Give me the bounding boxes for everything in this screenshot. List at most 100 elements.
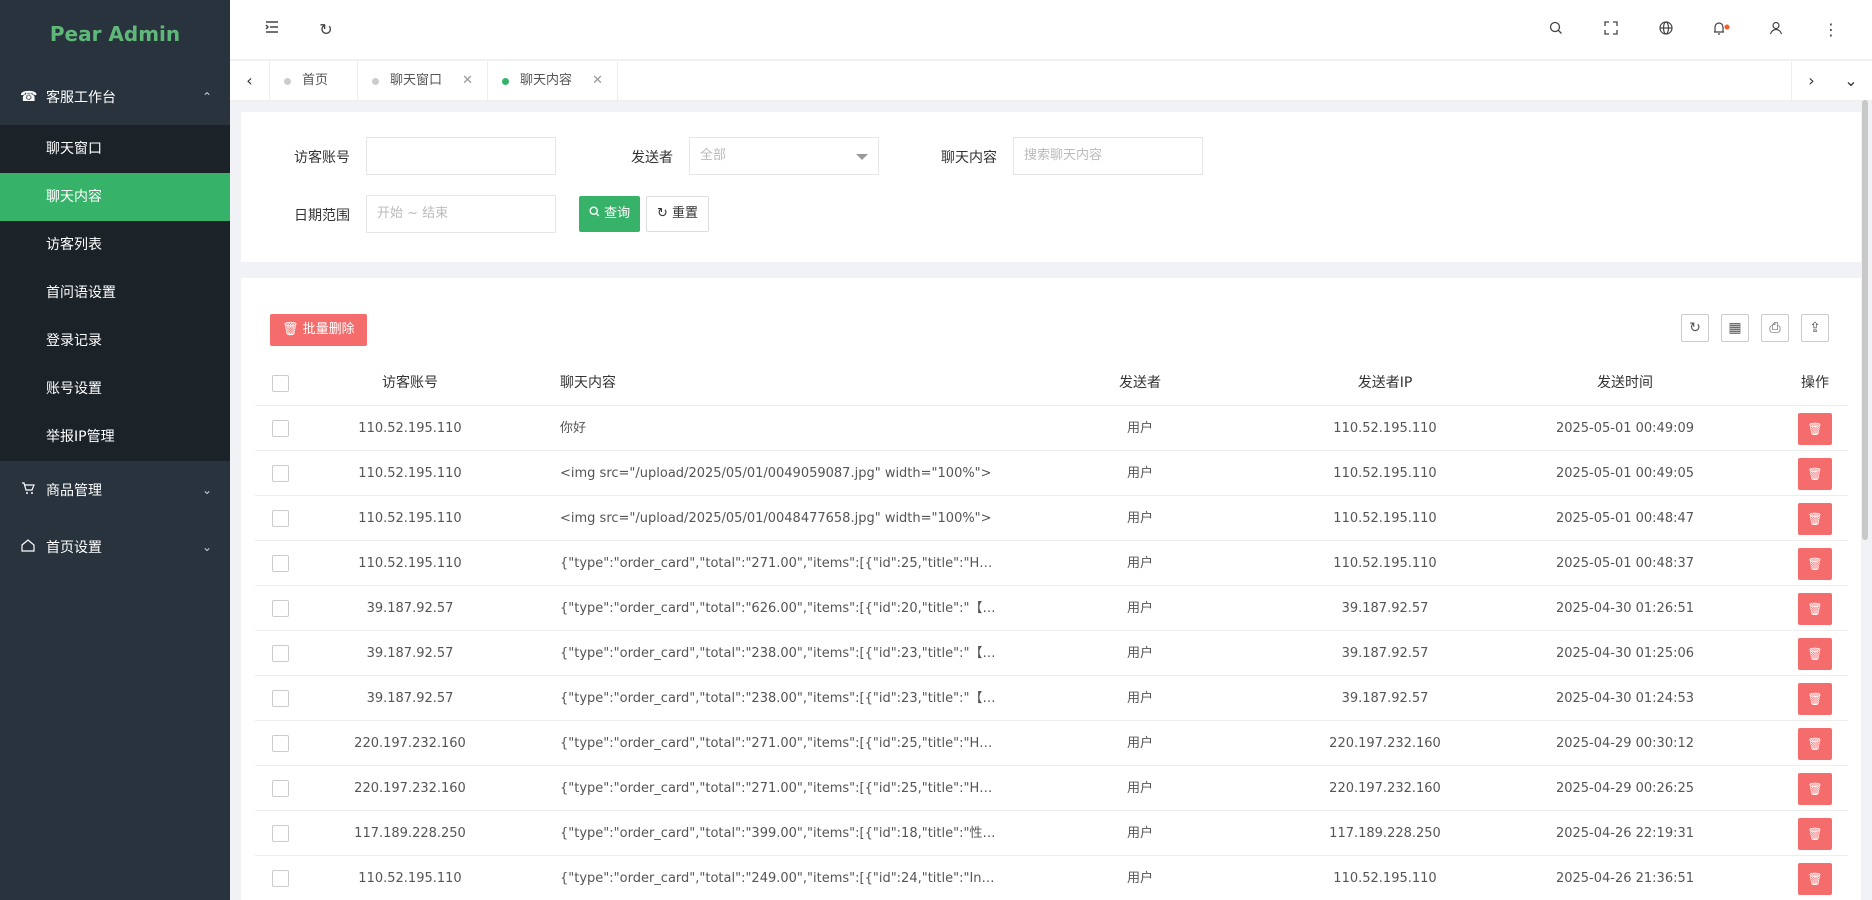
cell-sender: 用户	[1126, 466, 1153, 481]
more-icon[interactable]: ⋮	[1819, 18, 1843, 42]
sidebar-item-greeting-settings[interactable]: 首问语设置	[0, 269, 230, 317]
column-filter-button[interactable]: ▦	[1721, 314, 1749, 342]
delete-row-button[interactable]: 🗑	[1798, 457, 1832, 490]
delete-row-button[interactable]: 🗑	[1798, 772, 1832, 805]
row-checkbox[interactable]	[272, 510, 289, 527]
delete-row-button[interactable]: 🗑	[1798, 547, 1832, 580]
delete-row-button[interactable]: 🗑	[1798, 637, 1832, 670]
row-checkbox[interactable]	[272, 420, 289, 437]
header-content[interactable]: 聊天内容	[560, 361, 1000, 406]
header-time[interactable]: 发送时间	[1525, 361, 1725, 406]
header-ip[interactable]: 发送者IP	[1285, 361, 1485, 406]
table-row[interactable]: 110.52.195.110 {"type":"order_card","tota…	[255, 856, 1848, 900]
user-icon[interactable]	[1764, 18, 1788, 42]
sidebar-item-account-settings[interactable]: 账号设置	[0, 365, 230, 413]
query-button-label: 查询	[604, 206, 631, 221]
page-scrollbar[interactable]	[1862, 100, 1868, 540]
globe-icon[interactable]	[1654, 18, 1678, 42]
table-row[interactable]: 39.187.92.57 {"type":"order_card","total"…	[255, 676, 1848, 721]
tab-dot	[502, 78, 509, 85]
search-icon[interactable]	[1544, 18, 1568, 42]
cell-time: 2025-05-01 00:49:09	[1555, 421, 1695, 436]
chevron-down-icon: ⌄	[201, 539, 212, 554]
sender-select-value: 全部	[700, 148, 727, 163]
table-row[interactable]: 220.197.232.160 {"type":"order_card","tot…	[255, 766, 1848, 811]
header-sender[interactable]: 发送者	[1085, 361, 1195, 406]
table-row[interactable]: 39.187.92.57 {"type":"order_card","total"…	[255, 631, 1848, 676]
app-logo[interactable]: Pear Admin	[0, 0, 230, 68]
tab-chat-content[interactable]: 聊天内容 ✕	[488, 61, 618, 101]
row-checkbox[interactable]	[272, 645, 289, 662]
table-row[interactable]: 110.52.195.110 <img src="/upload/2025/05/…	[255, 451, 1848, 496]
sidebar-item-report-ip[interactable]: 举报IP管理	[0, 413, 230, 461]
table-row[interactable]: 117.189.228.250 {"type":"order_card","tot…	[255, 811, 1848, 856]
table-row[interactable]: 110.52.195.110 你好 用户 110.52.195.110 2025-05-…	[255, 406, 1848, 451]
content-search-input[interactable]: 搜索聊天内容	[1013, 137, 1203, 175]
select-all-checkbox[interactable]	[272, 374, 289, 392]
row-checkbox-cell	[272, 541, 290, 586]
row-checkbox[interactable]	[272, 780, 289, 797]
fullscreen-icon[interactable]	[1599, 18, 1623, 42]
cell-ip: 39.187.92.57	[1341, 646, 1429, 661]
delete-row-button[interactable]: 🗑	[1798, 862, 1832, 895]
tab-prev-icon[interactable]: ‹	[230, 61, 270, 101]
cell-time: 2025-04-30 01:24:53	[1555, 691, 1695, 706]
export-button[interactable]: ⇪	[1801, 314, 1829, 342]
delete-row-button[interactable]: 🗑	[1798, 727, 1832, 760]
reset-button[interactable]: ↻ 重置	[646, 196, 710, 232]
visitor-account-input[interactable]	[366, 137, 556, 175]
filter-card: 访客账号 发送者 全部 聊天内容 搜索聊天内容 日期范围 开始 ~ 结束 查询 …	[241, 112, 1861, 262]
menu-group-customer-service[interactable]: ☎ 客服工作台 ⌃	[0, 68, 230, 125]
sidebar-item-login-records[interactable]: 登录记录	[0, 317, 230, 365]
table-row[interactable]: 220.197.232.160 {"type":"order_card","tot…	[255, 721, 1848, 766]
menu-group-home-settings[interactable]: 首页设置 ⌄	[0, 518, 230, 575]
delete-row-button[interactable]: 🗑	[1798, 502, 1832, 535]
tab-dropdown-icon[interactable]: ⌄	[1831, 61, 1871, 101]
row-checkbox[interactable]	[272, 465, 289, 482]
tab-next-icon[interactable]: ›	[1791, 61, 1831, 101]
table-refresh-button[interactable]: ↻	[1681, 314, 1709, 342]
row-checkbox[interactable]	[272, 735, 289, 752]
sidebar-item-chat-window[interactable]: 聊天窗口	[0, 125, 230, 173]
row-checkbox[interactable]	[272, 825, 289, 842]
cell-actions: 🗑	[1785, 541, 1845, 586]
cell-sender: 用户	[1126, 781, 1153, 796]
table-row[interactable]: 110.52.195.110 {"type":"order_card","tota…	[255, 541, 1848, 586]
delete-row-button[interactable]: 🗑	[1798, 817, 1832, 850]
close-icon[interactable]: ✕	[462, 61, 473, 101]
delete-row-button[interactable]: 🗑	[1798, 412, 1832, 445]
row-checkbox[interactable]	[272, 600, 289, 617]
refresh-icon[interactable]: ↻	[314, 18, 338, 42]
menu-group-products[interactable]: 商品管理 ⌄	[0, 461, 230, 518]
cell-time: 2025-04-29 00:26:25	[1555, 781, 1695, 796]
cell-sender: 用户	[1126, 736, 1153, 751]
row-checkbox[interactable]	[272, 870, 289, 887]
tab-chat-window[interactable]: 聊天窗口 ✕	[358, 61, 488, 101]
bell-icon[interactable]	[1709, 18, 1733, 42]
query-button[interactable]: 查询	[579, 196, 641, 232]
delete-row-button[interactable]: 🗑	[1798, 682, 1832, 715]
batch-delete-button[interactable]: 🗑 批量删除	[270, 314, 367, 346]
header-account[interactable]: 访客账号	[305, 361, 515, 406]
delete-row-button[interactable]: 🗑	[1798, 592, 1832, 625]
cell-ip: 39.187.92.57	[1341, 691, 1429, 706]
refresh-icon: ↻	[657, 206, 668, 221]
sender-select[interactable]: 全部	[689, 137, 879, 175]
sidebar-item-visitor-list[interactable]: 访客列表	[0, 221, 230, 269]
cell-actions: 🗑	[1785, 676, 1845, 721]
menu-toggle-icon[interactable]	[260, 18, 284, 42]
date-range-input[interactable]: 开始 ~ 结束	[366, 195, 556, 233]
close-icon[interactable]: ✕	[592, 61, 603, 101]
row-checkbox[interactable]	[272, 690, 289, 707]
menu-group-label: 首页设置	[46, 539, 102, 556]
cell-account: 110.52.195.110	[358, 421, 462, 436]
cell-account: 220.197.232.160	[354, 736, 466, 751]
sidebar-item-chat-content[interactable]: 聊天内容	[0, 173, 230, 221]
cell-sender: 用户	[1126, 601, 1153, 616]
row-checkbox[interactable]	[272, 555, 289, 572]
table-row[interactable]: 110.52.195.110 <img src="/upload/2025/05/…	[255, 496, 1848, 541]
print-button[interactable]: ⎙	[1761, 314, 1789, 342]
tab-home[interactable]: 首页	[270, 61, 358, 101]
table-row[interactable]: 39.187.92.57 {"type":"order_card","total"…	[255, 586, 1848, 631]
cell-ip: 110.52.195.110	[1333, 511, 1437, 526]
